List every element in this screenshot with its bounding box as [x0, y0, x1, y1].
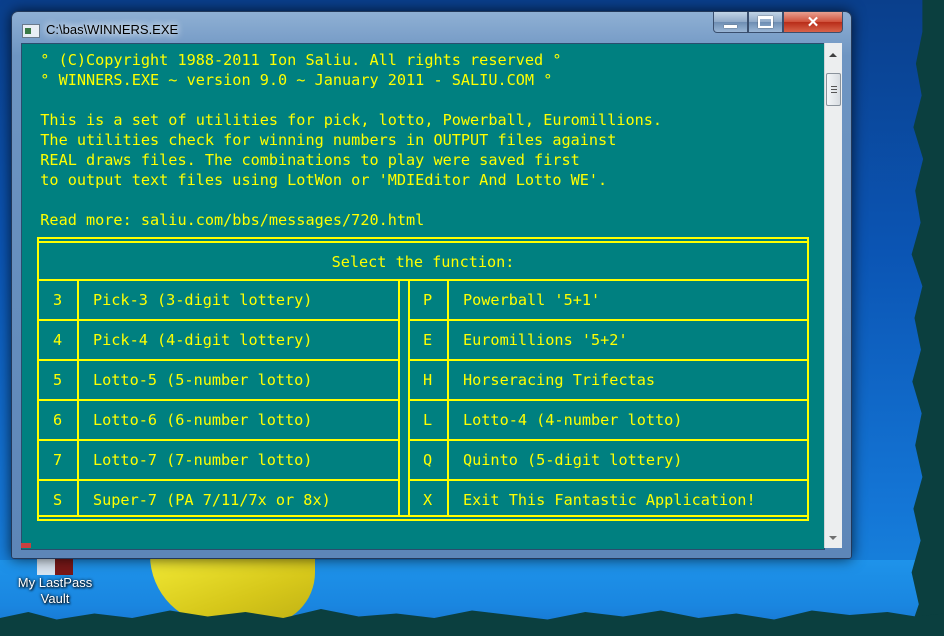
- desktop-icon-label-2: Vault: [40, 591, 70, 606]
- menu-option-key[interactable]: 4: [53, 330, 62, 350]
- menu-option-label[interactable]: Euromillions '5+2': [463, 330, 628, 350]
- row-divider: [408, 319, 809, 321]
- row-divider: [408, 399, 809, 401]
- copyright-line: ° (C)Copyright 1988-2011 Ion Saliu. All …: [22, 51, 562, 69]
- row-divider: [408, 479, 809, 481]
- version-line: ° WINNERS.EXE ~ version 9.0 ~ January 20…: [22, 71, 553, 89]
- menu-option-label[interactable]: Lotto-4 (4-number lotto): [463, 410, 682, 430]
- frame-line: [37, 279, 809, 281]
- menu-option-key[interactable]: X: [423, 490, 432, 510]
- frame-line: [37, 519, 809, 521]
- function-menu: Select the function: 3 Pick-3 (3-digit lo…: [37, 237, 809, 521]
- row-divider: [408, 359, 809, 361]
- menu-option-key[interactable]: 5: [53, 370, 62, 390]
- vertical-scrollbar[interactable]: [824, 43, 842, 548]
- scroll-down-arrow-icon[interactable]: [829, 536, 837, 540]
- menu-option-label[interactable]: Pick-4 (4-digit lottery): [93, 330, 312, 350]
- close-icon: ✕: [806, 14, 820, 31]
- read-more-line: Read more: saliu.com/bbs/messages/720.ht…: [22, 211, 425, 229]
- menu-option-key[interactable]: Q: [423, 450, 432, 470]
- scrollbar-thumb[interactable]: [826, 73, 841, 106]
- window-title: C:\bas\WINNERS.EXE: [46, 22, 179, 37]
- console-output[interactable]: ° (C)Copyright 1988-2011 Ion Saliu. All …: [21, 43, 825, 550]
- description-line-4: to output text files using LotWon or 'MD…: [22, 171, 608, 189]
- menu-option-label[interactable]: Powerball '5+1': [463, 290, 600, 310]
- frame-line: [37, 241, 809, 243]
- description-line-2: The utilities check for winning numbers …: [22, 131, 617, 149]
- frame-line: [37, 515, 809, 517]
- description-line-3: REAL draws files. The combinations to pl…: [22, 151, 580, 169]
- menu-title: Select the function:: [331, 253, 515, 271]
- row-divider: [408, 439, 809, 441]
- menu-option-key[interactable]: L: [423, 410, 432, 430]
- menu-option-label[interactable]: Pick-3 (3-digit lottery): [93, 290, 312, 310]
- menu-option-key[interactable]: 3: [53, 290, 62, 310]
- menu-option-key[interactable]: H: [423, 370, 432, 390]
- description-line-1: This is a set of utilities for pick, lot…: [22, 111, 663, 129]
- menu-option-label[interactable]: Quinto (5-digit lottery): [463, 450, 682, 470]
- row-divider: [37, 479, 398, 481]
- minimize-button[interactable]: [713, 12, 748, 33]
- caption-buttons: ✕: [713, 12, 843, 34]
- close-button[interactable]: ✕: [783, 12, 843, 33]
- menu-option-label[interactable]: Horseracing Trifectas: [463, 370, 655, 390]
- console-window: C:\bas\WINNERS.EXE ✕ ° (C)Copyright 1988…: [11, 11, 852, 559]
- menu-option-key[interactable]: P: [423, 290, 432, 310]
- title-bar[interactable]: C:\bas\WINNERS.EXE ✕: [12, 12, 851, 42]
- row-divider: [37, 359, 398, 361]
- menu-option-key[interactable]: 7: [53, 450, 62, 470]
- menu-option-label[interactable]: Lotto-5 (5-number lotto): [93, 370, 312, 390]
- menu-option-key[interactable]: S: [53, 490, 62, 510]
- frame-line: [398, 279, 400, 515]
- row-divider: [37, 439, 398, 441]
- torn-edge-decoration: [908, 0, 944, 636]
- menu-option-label[interactable]: Exit This Fantastic Application!: [463, 490, 756, 510]
- frame-line: [37, 237, 809, 239]
- menu-option-label[interactable]: Lotto-7 (7-number lotto): [93, 450, 312, 470]
- console-cursor-marker: [21, 543, 31, 548]
- menu-option-key[interactable]: 6: [53, 410, 62, 430]
- row-divider: [37, 319, 398, 321]
- desktop-icon-lastpass[interactable]: My LastPass Vault: [10, 553, 100, 607]
- menu-option-label[interactable]: Super-7 (PA 7/11/7x or 8x): [93, 490, 331, 510]
- minimize-icon: [724, 24, 737, 28]
- desktop-icon-label: My LastPass: [17, 575, 93, 590]
- maximize-icon: [758, 16, 773, 28]
- scroll-up-arrow-icon[interactable]: [829, 53, 837, 57]
- row-divider: [37, 399, 398, 401]
- console-app-icon[interactable]: [22, 24, 40, 38]
- maximize-button[interactable]: [748, 12, 783, 33]
- menu-option-key[interactable]: E: [423, 330, 432, 350]
- menu-option-label[interactable]: Lotto-6 (6-number lotto): [93, 410, 312, 430]
